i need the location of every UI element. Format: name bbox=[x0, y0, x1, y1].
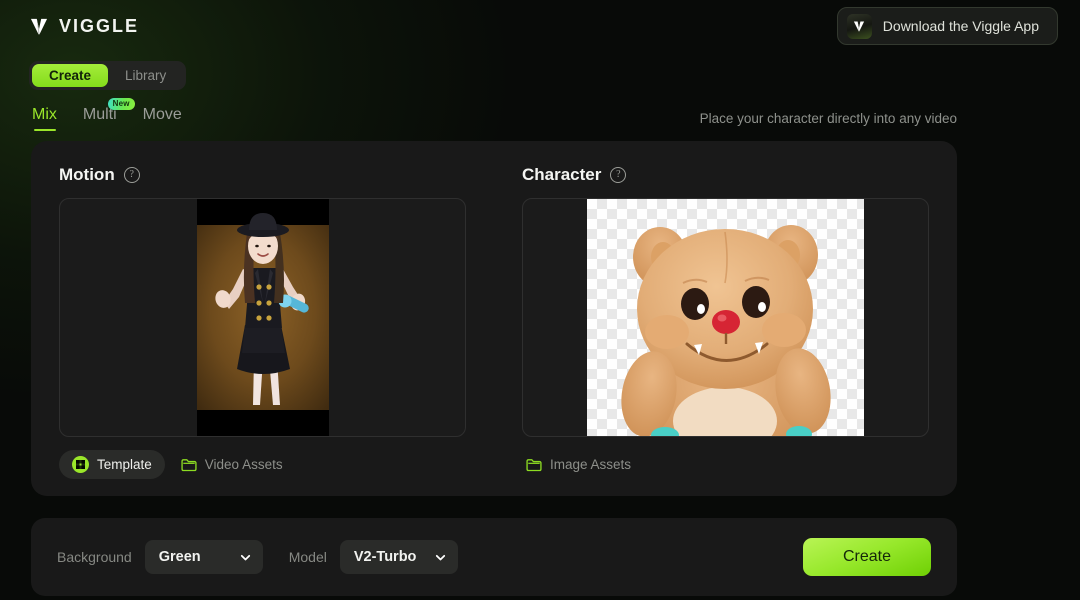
editor-panel: Motion ? Template Video Assets Character… bbox=[31, 141, 957, 496]
motion-column: Motion ? Template Video Assets bbox=[31, 141, 494, 496]
app-header: VIGGLE Download the Viggle App bbox=[0, 0, 1080, 52]
image-assets-button[interactable]: Image Assets bbox=[522, 450, 644, 479]
download-app-button[interactable]: Download the Viggle App bbox=[836, 7, 1058, 45]
character-dropzone[interactable] bbox=[522, 198, 929, 437]
create-button[interactable]: Create bbox=[803, 538, 931, 576]
template-grid-icon bbox=[72, 456, 89, 473]
motion-thumbnail[interactable] bbox=[196, 199, 329, 436]
tab-mix[interactable]: Mix bbox=[32, 106, 57, 131]
brand-name: VIGGLE bbox=[59, 15, 140, 36]
character-header: Character ? bbox=[522, 165, 929, 185]
motion-title: Motion bbox=[59, 165, 115, 184]
template-button-label: Template bbox=[97, 457, 152, 472]
download-app-label: Download the Viggle App bbox=[882, 18, 1039, 34]
question-circle-icon[interactable]: ? bbox=[123, 167, 140, 183]
new-badge: New bbox=[107, 98, 135, 110]
viggle-v-app-icon bbox=[846, 13, 872, 39]
motion-header: Motion ? bbox=[59, 165, 466, 185]
viggle-v-logo-icon bbox=[30, 18, 48, 35]
tab-mix-label: Mix bbox=[32, 106, 57, 123]
chevron-down-icon bbox=[240, 554, 250, 560]
character-asset-buttons: Image Assets bbox=[522, 450, 929, 479]
folder-icon bbox=[526, 458, 542, 471]
tab-multi[interactable]: Multi New bbox=[83, 98, 135, 131]
background-select-value: Green bbox=[158, 549, 201, 565]
model-select[interactable]: V2-Turbo bbox=[339, 540, 458, 574]
video-assets-label: Video Assets bbox=[204, 457, 283, 472]
tab-move-label: Move bbox=[142, 106, 182, 123]
sub-tabs: Mix Multi New Move bbox=[32, 98, 182, 131]
folder-icon bbox=[181, 458, 197, 471]
mode-segmented-control: Create Library bbox=[29, 61, 187, 90]
chevron-down-icon bbox=[435, 554, 445, 560]
character-thumbnail[interactable] bbox=[587, 199, 864, 436]
segment-create[interactable]: Create bbox=[32, 64, 109, 87]
character-column: Character ? Image Assets bbox=[494, 141, 957, 496]
tagline-text: Place your character directly into any v… bbox=[699, 111, 957, 126]
image-assets-label: Image Assets bbox=[550, 457, 632, 472]
app-root: VIGGLE Download the Viggle App Create Li… bbox=[0, 0, 1080, 600]
create-button-label: Create bbox=[842, 548, 892, 565]
segment-create-label: Create bbox=[49, 68, 92, 83]
template-button[interactable]: Template bbox=[59, 450, 165, 479]
tab-move[interactable]: Move bbox=[143, 106, 182, 131]
background-label: Background bbox=[57, 549, 132, 565]
segment-library[interactable]: Library bbox=[108, 64, 183, 87]
background-select[interactable]: Green bbox=[144, 540, 263, 574]
character-title: Character bbox=[522, 165, 602, 184]
video-assets-button[interactable]: Video Assets bbox=[177, 450, 296, 479]
brand-logo[interactable]: VIGGLE bbox=[28, 15, 139, 37]
options-bar: Background Green Model V2-Turbo Create bbox=[31, 518, 957, 596]
model-label: Model bbox=[288, 549, 327, 565]
motion-dropzone[interactable] bbox=[59, 198, 466, 437]
motion-asset-buttons: Template Video Assets bbox=[59, 450, 466, 479]
question-circle-icon[interactable]: ? bbox=[610, 167, 627, 183]
segment-library-label: Library bbox=[125, 68, 167, 83]
model-select-value: V2-Turbo bbox=[353, 549, 417, 565]
